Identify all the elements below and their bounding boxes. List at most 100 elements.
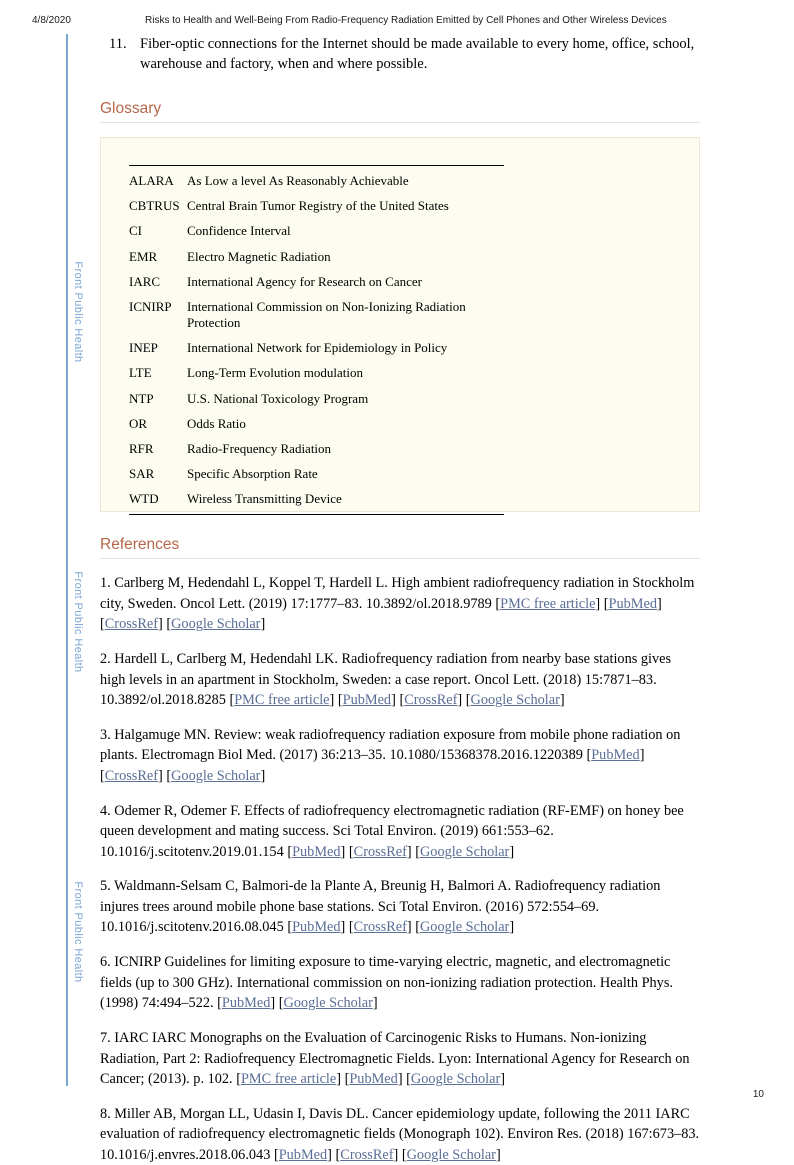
glossary-term: EMR	[129, 248, 158, 264]
reference-link-pubmed[interactable]: PubMed	[279, 1147, 327, 1163]
glossary-row: IARC International Agency for Research on…	[129, 269, 504, 294]
reference-list: 1. Carlberg M, Hedendahl L, Koppel T, Ha…	[100, 573, 700, 1165]
list-item: 11. Fiber-optic connections for the Inte…	[100, 34, 700, 74]
bracket-close: ]	[500, 1071, 506, 1088]
reference-item: 5. Waldmann-Selsam C, Balmori-de la Plan…	[100, 876, 700, 938]
bracket-close: ]	[372, 995, 378, 1012]
reference-link-pubmed[interactable]: PubMed	[349, 1071, 397, 1087]
bracket-close: ]	[270, 995, 276, 1012]
glossary-definition: As Low a level As Reasonably Achievable	[187, 173, 409, 188]
glossary-definition: Long-Term Evolution modulation	[187, 365, 364, 381]
glossary-row: ALARA As Low a level As Reasonably Achiev…	[129, 166, 504, 194]
journal-name-label: Front Public Health	[70, 872, 86, 992]
glossary-term: ICNIRP	[129, 298, 172, 314]
list-item-number: 11.	[109, 36, 127, 52]
glossary-heading: Glossary	[100, 100, 700, 123]
reference-text: 6. ICNIRP Guidelines for limiting exposu…	[100, 954, 673, 1012]
reference-link-pubmed[interactable]: PubMed	[292, 844, 340, 860]
reference-link-crossref[interactable]: CrossRef	[105, 768, 158, 784]
reference-link-crossref[interactable]: CrossRef	[354, 919, 407, 935]
glossary-row: LTE Long-Term Evolution modulation	[129, 361, 504, 386]
reference-link-crossref[interactable]: CrossRef	[354, 844, 407, 860]
glossary-term: INEP	[129, 340, 158, 356]
bracket-close: ]	[157, 616, 163, 633]
bracket-close: ]	[391, 692, 396, 709]
glossary-row: OR Odds Ratio	[129, 411, 504, 436]
reference-link-google-scholar[interactable]: Google Scholar	[171, 768, 260, 784]
bracket-close: ]	[509, 919, 515, 936]
journal-name-label: Front Public Health	[70, 562, 86, 682]
glossary-term: LTE	[129, 365, 152, 381]
page-number: 10	[752, 1089, 764, 1100]
glossary-definition: Wireless Transmitting Device	[187, 491, 342, 507]
reference-link-pmc-free-article[interactable]: PMC free article	[241, 1071, 336, 1087]
bracket-close: ]	[260, 767, 266, 784]
bracket-close: ]	[340, 843, 346, 860]
reference-link-pubmed[interactable]: PubMed	[343, 692, 391, 708]
document-content: 11. Fiber-optic connections for the Inte…	[100, 34, 700, 1165]
bracket-close: ]	[397, 1071, 403, 1088]
reference-link-pubmed[interactable]: PubMed	[222, 995, 270, 1011]
reference-item: 7. IARC IARC Monographs on the Evaluatio…	[100, 1028, 700, 1090]
reference-link-pmc-free-article[interactable]: PMC free article	[234, 692, 329, 708]
glossary-row: SAR Specific Absorption Rate	[129, 461, 504, 486]
reference-item: 2. Hardell L, Carlberg M, Hedendahl LK. …	[100, 649, 700, 711]
glossary-definition: International Network for Epidemiology i…	[187, 340, 448, 356]
reference-link-crossref[interactable]: CrossRef	[340, 1147, 393, 1163]
reference-link-pubmed[interactable]: PubMed	[609, 596, 657, 612]
reference-link-crossref[interactable]: CrossRef	[404, 692, 457, 708]
reference-link-google-scholar[interactable]: Google Scholar	[411, 1071, 500, 1087]
glossary-table-body: ALARA As Low a level As Reasonably Achiev…	[129, 166, 504, 515]
glossary-table: ALARA As Low a level As Reasonably Achiev…	[129, 165, 504, 516]
list-item-text: Fiber-optic connections for the Internet…	[140, 36, 695, 72]
print-header: 4/8/2020 Risks to Health and Well-Being …	[0, 15, 794, 31]
reference-link-google-scholar[interactable]: Google Scholar	[471, 692, 560, 708]
bracket-close: ]	[393, 1146, 399, 1163]
glossary-term: RFR	[129, 440, 154, 456]
glossary-row: NTP U.S. National Toxicology Program	[129, 386, 504, 411]
glossary-term: NTP	[129, 390, 154, 406]
glossary-term: ALARA	[129, 173, 174, 188]
glossary-row: ICNIRP International Commission on Non-Io…	[129, 294, 504, 335]
glossary-row: CI Confidence Interval	[129, 219, 504, 244]
glossary-definition: Electro Magnetic Radiation	[187, 248, 331, 264]
reference-item: 1. Carlberg M, Hedendahl L, Koppel T, Ha…	[100, 573, 700, 635]
glossary-term: IARC	[129, 273, 161, 289]
bracket-close: ]	[406, 919, 412, 936]
reference-text: 8. Miller AB, Morgan LL, Udasin I, Davis…	[100, 1105, 700, 1163]
glossary-term: CBTRUS	[129, 198, 180, 214]
glossary-term: CI	[129, 223, 142, 239]
glossary-definition: Central Brain Tumor Registry of the Unit…	[187, 198, 449, 214]
reference-link-google-scholar[interactable]: Google Scholar	[284, 995, 373, 1011]
document-title: Risks to Health and Well-Being From Radi…	[145, 15, 667, 26]
reference-link-crossref[interactable]: CrossRef	[105, 616, 158, 632]
rail-line	[66, 34, 68, 1086]
reference-link-pubmed[interactable]: PubMed	[292, 919, 340, 935]
journal-name-label: Front Public Health	[70, 252, 86, 372]
references-heading: References	[100, 536, 700, 559]
reference-link-pmc-free-article[interactable]: PMC free article	[500, 596, 595, 612]
reference-link-pubmed[interactable]: PubMed	[591, 747, 639, 763]
bracket-close: ]	[639, 747, 645, 764]
bracket-close: ]	[406, 843, 412, 860]
reference-link-google-scholar[interactable]: Google Scholar	[420, 919, 509, 935]
bracket-close: ]	[327, 1146, 332, 1163]
reference-item: 6. ICNIRP Guidelines for limiting exposu…	[100, 952, 700, 1014]
glossary-definition: International Agency for Research on Can…	[187, 273, 422, 289]
glossary-row: CBTRUS Central Brain Tumor Registry of th…	[129, 194, 504, 219]
glossary-row: EMR Electro Magnetic Radiation	[129, 244, 504, 269]
bracket-close: ]	[457, 692, 463, 709]
reference-link-google-scholar[interactable]: Google Scholar	[420, 844, 509, 860]
bracket-close: ]	[336, 1071, 341, 1088]
reference-link-google-scholar[interactable]: Google Scholar	[407, 1147, 496, 1163]
reference-link-google-scholar[interactable]: Google Scholar	[171, 616, 260, 632]
bracket-close: ]	[657, 595, 662, 612]
glossary-row: RFR Radio-Frequency Radiation	[129, 436, 504, 461]
glossary-definition: Odds Ratio	[187, 415, 246, 431]
bracket-close: ]	[595, 595, 601, 612]
bracket-close: ]	[260, 616, 266, 633]
glossary-panel: ALARA As Low a level As Reasonably Achiev…	[100, 137, 700, 516]
bracket-close: ]	[559, 692, 565, 709]
glossary-row: INEP International Network for Epidemiolo…	[129, 336, 504, 361]
print-date: 4/8/2020	[32, 15, 71, 26]
